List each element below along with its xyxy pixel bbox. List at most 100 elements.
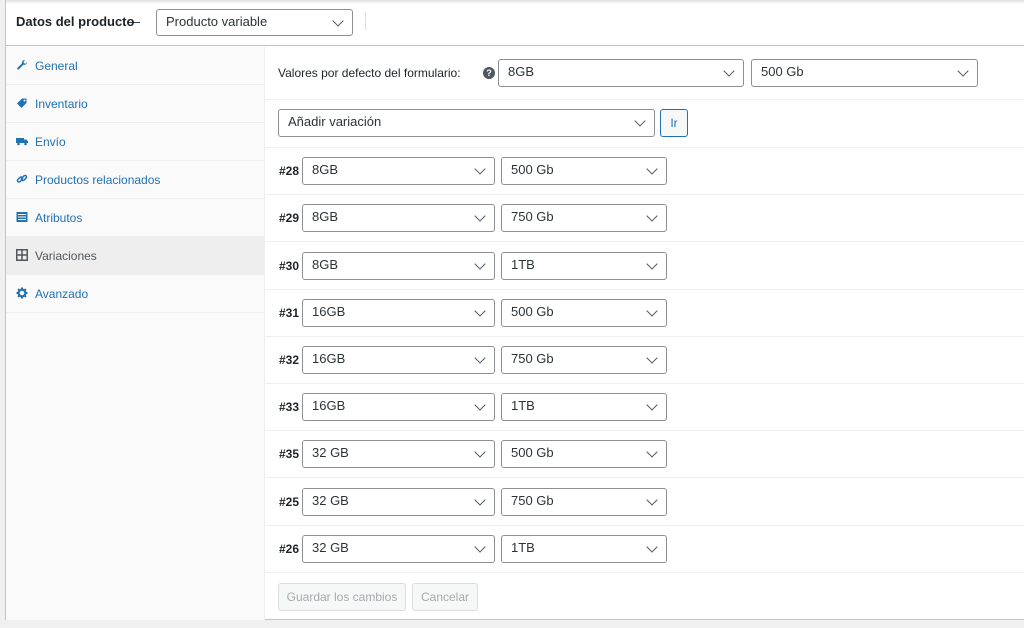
divider — [266, 194, 1024, 195]
sidebar-item-label: Variaciones — [35, 249, 97, 263]
variation-memory-value: 16GB — [312, 398, 346, 413]
product-type-value: Producto variable — [166, 14, 268, 29]
sidebar-item-label: Atributos — [35, 211, 83, 225]
default-memory-value: 8GB — [508, 64, 535, 79]
help-icon[interactable]: ? — [483, 67, 495, 79]
variation-storage-value: 1TB — [511, 257, 535, 272]
variation-memory-value: 16GB — [312, 304, 346, 319]
variation-memory-select[interactable]: 16GB — [302, 346, 495, 374]
variation-memory-value: 8GB — [312, 257, 339, 272]
sidebar-item-inventario[interactable]: Inventario — [6, 85, 265, 123]
variation-storage-select[interactable]: 1TB — [501, 535, 667, 563]
variation-storage-value: 1TB — [511, 398, 535, 413]
variation-number: #30 — [279, 259, 300, 273]
default-values-label: Valores por defecto del formulario: — [278, 66, 461, 80]
variation-number: #25 — [279, 495, 300, 509]
chevron-down-icon — [474, 446, 486, 458]
variation-memory-select[interactable]: 32 GB — [302, 440, 495, 468]
divider — [266, 99, 1024, 100]
variation-storage-select[interactable]: 1TB — [501, 393, 667, 421]
divider — [266, 383, 1024, 384]
divider — [266, 572, 1024, 573]
chevron-down-icon — [646, 494, 658, 506]
chevron-down-icon — [474, 258, 486, 270]
variation-memory-select[interactable]: 32 GB — [302, 488, 495, 516]
chevron-down-icon — [474, 541, 486, 553]
chevron-down-icon — [634, 115, 646, 127]
divider — [266, 241, 1024, 242]
variation-memory-value: 32 GB — [312, 445, 349, 460]
variation-number: #29 — [279, 211, 300, 225]
variation-number: #26 — [279, 542, 300, 556]
variation-storage-select[interactable]: 750 Gb — [501, 488, 667, 516]
list-icon — [16, 211, 28, 223]
chevron-down-icon — [957, 65, 969, 77]
variation-storage-value: 1TB — [511, 540, 535, 555]
variation-storage-select[interactable]: 1TB — [501, 252, 667, 280]
sidebar-item-label: Inventario — [35, 97, 88, 111]
chevron-down-icon — [646, 446, 658, 458]
chevron-down-icon — [646, 210, 658, 222]
variations-panel: Valores por defecto del formulario: ? 8G… — [266, 47, 1024, 620]
default-storage-select[interactable]: 500 Gb — [751, 59, 978, 87]
save-changes-button[interactable]: Guardar los cambios — [278, 583, 406, 611]
variation-storage-value: 500 Gb — [511, 445, 554, 460]
variation-storage-value: 750 Gb — [511, 209, 554, 224]
variation-memory-value: 32 GB — [312, 493, 349, 508]
title-dash: — — [127, 14, 140, 29]
chevron-down-icon — [646, 163, 658, 175]
sidebar-item-envio[interactable]: Envío — [6, 123, 265, 161]
variation-memory-select[interactable]: 8GB — [302, 157, 495, 185]
variation-memory-select[interactable]: 8GB — [302, 204, 495, 232]
variation-memory-select[interactable]: 32 GB — [302, 535, 495, 563]
tag-icon — [16, 97, 28, 109]
variation-number: #32 — [279, 353, 300, 367]
variation-storage-select[interactable]: 500 Gb — [501, 299, 667, 327]
variation-memory-select[interactable]: 16GB — [302, 299, 495, 327]
divider — [266, 477, 1024, 478]
sidebar-item-label: General — [35, 59, 78, 73]
variation-storage-select[interactable]: 750 Gb — [501, 204, 667, 232]
chevron-down-icon — [723, 65, 735, 77]
variation-storage-select[interactable]: 500 Gb — [501, 440, 667, 468]
chevron-down-icon — [646, 305, 658, 317]
sidebar-item-general[interactable]: General — [6, 47, 265, 85]
chevron-down-icon — [646, 541, 658, 553]
sidebar-item-label: Productos relacionados — [35, 173, 161, 187]
divider — [266, 336, 1024, 337]
variation-storage-value: 500 Gb — [511, 162, 554, 177]
variation-memory-value: 8GB — [312, 162, 339, 177]
variation-memory-select[interactable]: 8GB — [302, 252, 495, 280]
sidebar-item-label: Avanzado — [35, 287, 89, 301]
sidebar-item-avanzado[interactable]: Avanzado — [6, 275, 265, 313]
variation-storage-select[interactable]: 750 Gb — [501, 346, 667, 374]
sidebar: General Inventario Envío Productos relac… — [6, 47, 265, 620]
chevron-down-icon — [474, 352, 486, 364]
variation-number: #33 — [279, 400, 300, 414]
sidebar-item-productos-relacionados[interactable]: Productos relacionados — [6, 161, 265, 199]
variation-memory-select[interactable]: 16GB — [302, 393, 495, 421]
cancel-button[interactable]: Cancelar — [412, 583, 478, 611]
sidebar-item-variaciones[interactable]: Variaciones — [6, 237, 265, 275]
panel-title: Datos del producto — [16, 14, 135, 29]
default-memory-select[interactable]: 8GB — [498, 59, 744, 87]
link-icon — [16, 173, 28, 185]
sidebar-item-label: Envío — [35, 135, 66, 149]
divider — [266, 430, 1024, 431]
sidebar-item-atributos[interactable]: Atributos — [6, 199, 265, 237]
grid-icon — [16, 249, 28, 261]
chevron-down-icon — [474, 305, 486, 317]
variation-storage-value: 500 Gb — [511, 304, 554, 319]
add-variation-select[interactable]: Añadir variación — [278, 109, 655, 137]
variation-memory-value: 32 GB — [312, 540, 349, 555]
go-button[interactable]: Ir — [660, 109, 688, 137]
add-variation-value: Añadir variación — [288, 114, 382, 129]
variation-storage-value: 750 Gb — [511, 351, 554, 366]
chevron-down-icon — [474, 399, 486, 411]
chevron-down-icon — [646, 258, 658, 270]
chevron-down-icon — [474, 494, 486, 506]
variation-storage-select[interactable]: 500 Gb — [501, 157, 667, 185]
gear-icon — [16, 287, 28, 299]
chevron-down-icon — [474, 163, 486, 175]
product-type-select[interactable]: Producto variable — [156, 9, 353, 36]
